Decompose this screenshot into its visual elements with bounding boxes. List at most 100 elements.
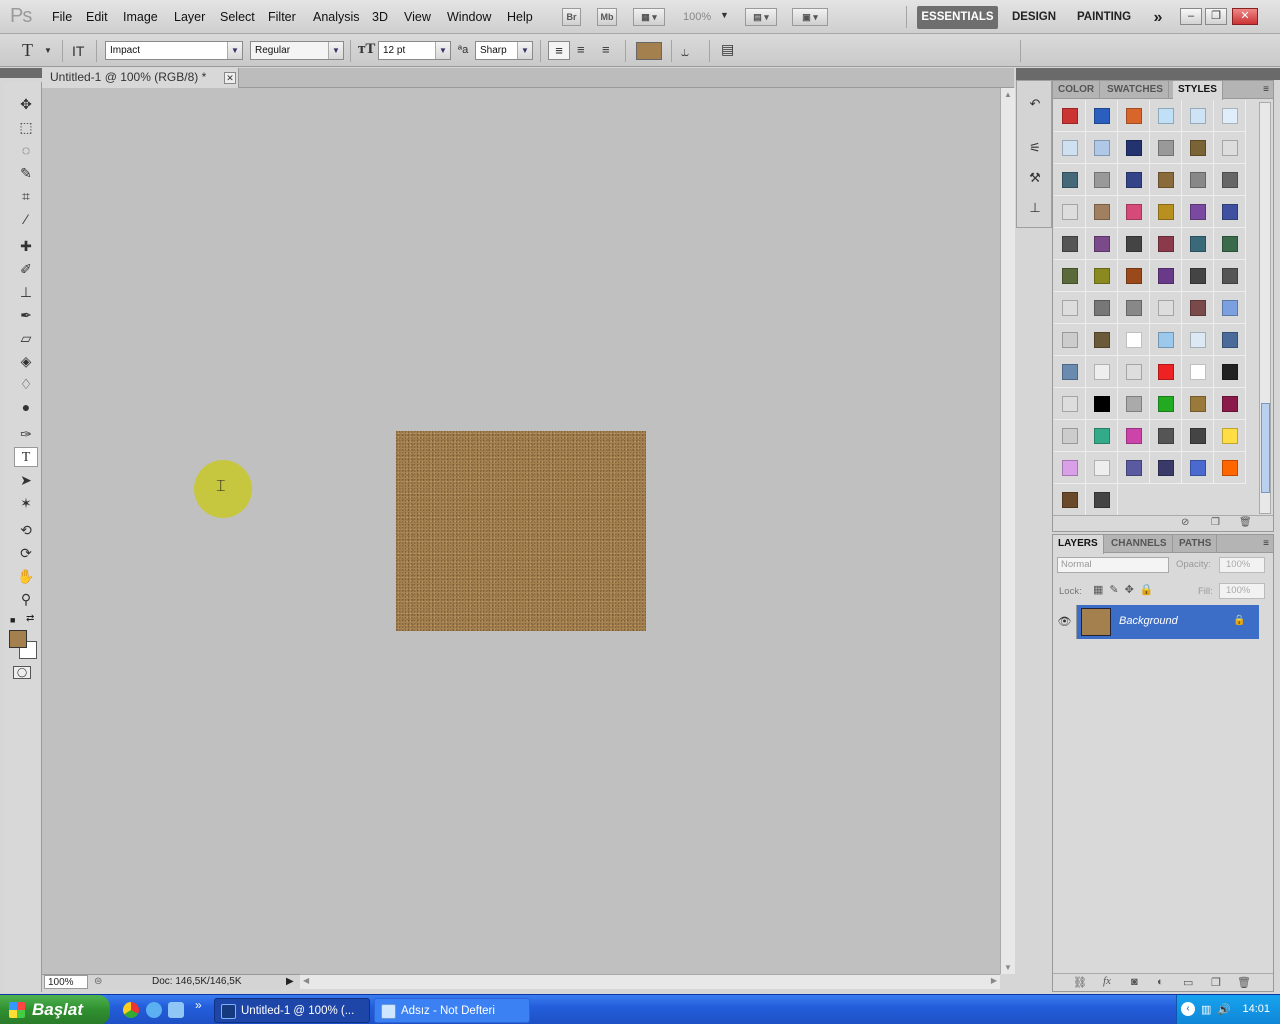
tool-presets-icon[interactable]: ⚒ <box>1026 169 1044 187</box>
tray-expand-icon[interactable]: ‹ <box>1181 1002 1195 1016</box>
trash-icon[interactable]: 🗑 <box>1237 976 1251 989</box>
eyedropper-tool-icon[interactable]: ⁄ <box>14 209 38 229</box>
style-preset[interactable] <box>1118 324 1150 356</box>
status-menu-arrow-icon[interactable]: ▶ <box>286 975 294 989</box>
blur-tool-icon[interactable]: ♢ <box>14 374 38 394</box>
screen-mode-icon[interactable]: ▣ ▾ <box>792 8 828 26</box>
brush-presets-icon[interactable]: ⚟ <box>1026 139 1044 157</box>
style-preset[interactable] <box>1214 356 1246 388</box>
style-preset[interactable] <box>1150 292 1182 324</box>
history-panel-icon[interactable]: ↶ <box>1026 95 1044 113</box>
style-preset[interactable] <box>1118 196 1150 228</box>
style-preset[interactable] <box>1182 100 1214 132</box>
move-tool-icon[interactable]: ✥ <box>14 94 38 114</box>
style-preset[interactable] <box>1054 484 1086 516</box>
lasso-tool-icon[interactable]: ◌ <box>14 140 38 160</box>
brush-tool-icon[interactable]: ✐ <box>14 259 38 279</box>
align-left-icon[interactable]: ≡ <box>548 41 570 60</box>
menu-image[interactable]: Image <box>123 10 158 24</box>
style-preset[interactable] <box>1118 100 1150 132</box>
font-style-select[interactable]: Regular ▼ <box>250 41 344 60</box>
zoom-field[interactable]: 100% <box>44 975 88 989</box>
style-preset[interactable] <box>1150 260 1182 292</box>
layer-mask-icon[interactable]: ◙ <box>1131 976 1138 988</box>
tab-styles[interactable]: STYLES <box>1173 81 1223 100</box>
fill-field[interactable]: 100% <box>1219 583 1265 599</box>
minimize-button[interactable]: – <box>1180 8 1202 25</box>
tool-preset-type-icon[interactable]: T <box>22 40 33 61</box>
style-preset[interactable] <box>1054 164 1086 196</box>
style-preset[interactable] <box>1118 132 1150 164</box>
menu-file[interactable]: File <box>52 10 72 24</box>
style-preset[interactable] <box>1214 164 1246 196</box>
style-preset[interactable] <box>1182 164 1214 196</box>
style-preset[interactable] <box>1086 452 1118 484</box>
show-desktop-icon[interactable] <box>168 1002 184 1018</box>
tab-color[interactable]: COLOR <box>1053 81 1101 99</box>
layer-row[interactable]: 👁 Background 🔒 <box>1053 605 1259 639</box>
hand-tool-icon[interactable]: ✋ <box>14 566 38 586</box>
clone-source-icon[interactable]: ⊥ <box>1026 199 1044 217</box>
style-preset[interactable] <box>1086 292 1118 324</box>
menu-window[interactable]: Window <box>447 10 491 24</box>
arrange-documents-icon[interactable]: ▤ ▾ <box>745 8 777 26</box>
new-group-icon[interactable]: ▭ <box>1183 976 1193 989</box>
taskbar-item-notepad[interactable]: Adsız - Not Defteri <box>374 998 530 1023</box>
style-preset[interactable] <box>1118 356 1150 388</box>
menu-layer[interactable]: Layer <box>174 10 205 24</box>
clear-style-icon[interactable]: ⊘ <box>1181 517 1189 528</box>
zoom-level[interactable]: 100% <box>683 11 711 23</box>
quick-select-tool-icon[interactable]: ✎ <box>14 163 38 183</box>
style-preset[interactable] <box>1086 164 1118 196</box>
3d-rotate-tool-icon[interactable]: ⟲ <box>14 520 38 540</box>
chevron-down-icon[interactable]: ▼ <box>720 10 729 20</box>
style-preset[interactable] <box>1150 420 1182 452</box>
lock-options-icons[interactable]: ▦✎✥🔒 <box>1093 583 1160 596</box>
style-preset[interactable] <box>1118 292 1150 324</box>
style-preset[interactable] <box>1150 164 1182 196</box>
style-preset[interactable] <box>1086 356 1118 388</box>
status-info-icon[interactable]: ⊜ <box>94 975 102 989</box>
paint-bucket-tool-icon[interactable]: ◈ <box>14 351 38 371</box>
style-preset[interactable] <box>1086 388 1118 420</box>
swap-colors-icon[interactable]: ⇄ <box>26 613 34 624</box>
style-preset[interactable] <box>1118 420 1150 452</box>
style-preset[interactable] <box>1182 452 1214 484</box>
tab-channels[interactable]: CHANNELS <box>1106 535 1173 553</box>
text-orientation-icon[interactable]: IT <box>72 43 84 59</box>
adjustment-layer-icon[interactable]: ◐ <box>1157 976 1164 988</box>
style-preset[interactable] <box>1150 324 1182 356</box>
style-preset[interactable] <box>1150 132 1182 164</box>
character-panel-icon[interactable]: ▤ <box>721 41 734 58</box>
opacity-field[interactable]: 100% <box>1219 557 1265 573</box>
style-preset[interactable] <box>1214 196 1246 228</box>
clone-stamp-tool-icon[interactable]: ⊥ <box>14 282 38 302</box>
layer-name[interactable]: Background <box>1119 615 1178 627</box>
trash-icon[interactable]: 🗑 <box>1239 517 1252 528</box>
healing-brush-tool-icon[interactable]: ✚ <box>14 236 38 256</box>
style-preset[interactable] <box>1118 164 1150 196</box>
pen-tool-icon[interactable]: ✑ <box>14 424 38 444</box>
style-preset[interactable] <box>1150 388 1182 420</box>
font-family-select[interactable]: Impact ▼ <box>105 41 243 60</box>
zoom-tool-icon[interactable]: ⚲ <box>14 589 38 609</box>
menu-help[interactable]: Help <box>507 10 533 24</box>
dodge-tool-icon[interactable]: ● <box>14 397 38 417</box>
workspace-essentials[interactable]: ESSENTIALS <box>917 6 998 29</box>
foreground-color-swatch[interactable] <box>9 630 27 648</box>
styles-scrollbar[interactable] <box>1259 102 1271 514</box>
style-preset[interactable] <box>1182 228 1214 260</box>
network-icon[interactable]: ▥ <box>1201 1003 1211 1016</box>
tools-panel-header[interactable] <box>0 68 42 78</box>
new-layer-icon[interactable]: ❐ <box>1211 976 1221 989</box>
scroll-right-icon[interactable]: ▶ <box>991 976 997 985</box>
panel-dock-header[interactable] <box>1016 68 1280 80</box>
menu-select[interactable]: Select <box>220 10 255 24</box>
link-layers-icon[interactable]: ⛓ <box>1073 976 1087 989</box>
style-preset[interactable] <box>1182 420 1214 452</box>
blend-mode-select[interactable]: Normal <box>1057 557 1169 573</box>
scroll-up-icon[interactable]: ▲ <box>1004 90 1012 99</box>
style-preset[interactable] <box>1054 452 1086 484</box>
quick-mask-icon[interactable]: ◯ <box>13 666 31 679</box>
scroll-left-icon[interactable]: ◀ <box>303 976 309 985</box>
